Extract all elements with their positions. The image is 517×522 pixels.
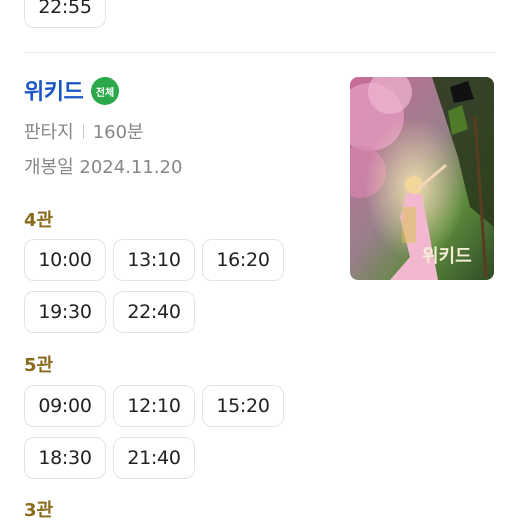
hall-label-5: 5관 (24, 355, 54, 376)
showtime-button[interactable]: 16:20 (202, 239, 284, 281)
release-date: 개봉일 2024.11.20 (24, 157, 183, 178)
hall-label-3: 3관 (24, 500, 54, 521)
showtime-button[interactable]: 22:55 (24, 0, 106, 28)
showtime-button[interactable]: 21:40 (113, 437, 195, 479)
genre-text: 판타지 (24, 122, 74, 143)
showtime-button[interactable]: 15:20 (202, 385, 284, 427)
showtime-button[interactable]: 10:00 (24, 239, 106, 281)
showtime-button[interactable]: 18:30 (24, 437, 106, 479)
meta-separator (82, 124, 84, 139)
hall-label-4: 4관 (24, 210, 54, 231)
showtime-button[interactable]: 22:40 (113, 291, 195, 333)
poster-title: 위키드 (422, 246, 472, 267)
showtime-button[interactable]: 19:30 (24, 291, 106, 333)
runtime-text: 160분 (92, 122, 144, 143)
movie-meta: 판타지 160분 (24, 118, 144, 144)
showtime-button[interactable]: 12:10 (113, 385, 195, 427)
showtime-button[interactable]: 13:10 (113, 239, 195, 281)
movie-poster[interactable]: 위키드 (350, 77, 494, 280)
movie-title[interactable]: 위키드 (24, 74, 84, 106)
showtime-button[interactable]: 09:00 (24, 385, 106, 427)
rating-badge: 전체 (91, 77, 119, 105)
poster-image: 위키드 (350, 77, 494, 280)
section-divider (24, 52, 496, 53)
